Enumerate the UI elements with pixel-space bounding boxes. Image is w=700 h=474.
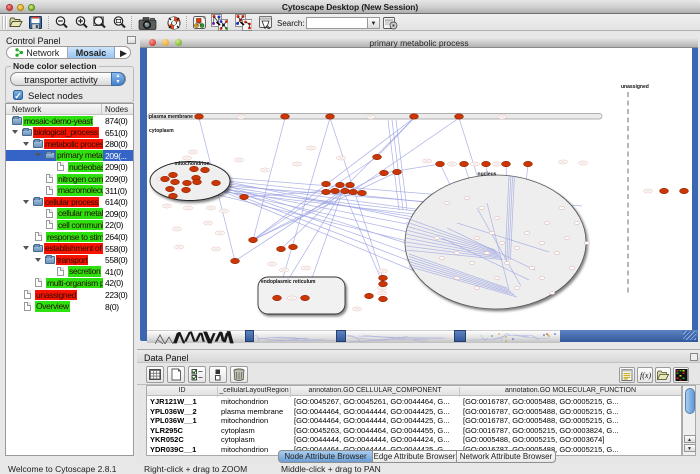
svg-text:nucleus: nucleus — [478, 171, 497, 177]
svg-text:unassigned: unassigned — [621, 84, 649, 90]
svg-text:plasma membrane: plasma membrane — [149, 114, 193, 120]
svg-text:mitochondrion: mitochondrion — [175, 161, 210, 167]
svg-text:endoplasmic reticulum: endoplasmic reticulum — [261, 279, 316, 285]
svg-text:f(x): f(x) — [640, 371, 651, 380]
svg-text:cytoplasm: cytoplasm — [149, 128, 174, 134]
